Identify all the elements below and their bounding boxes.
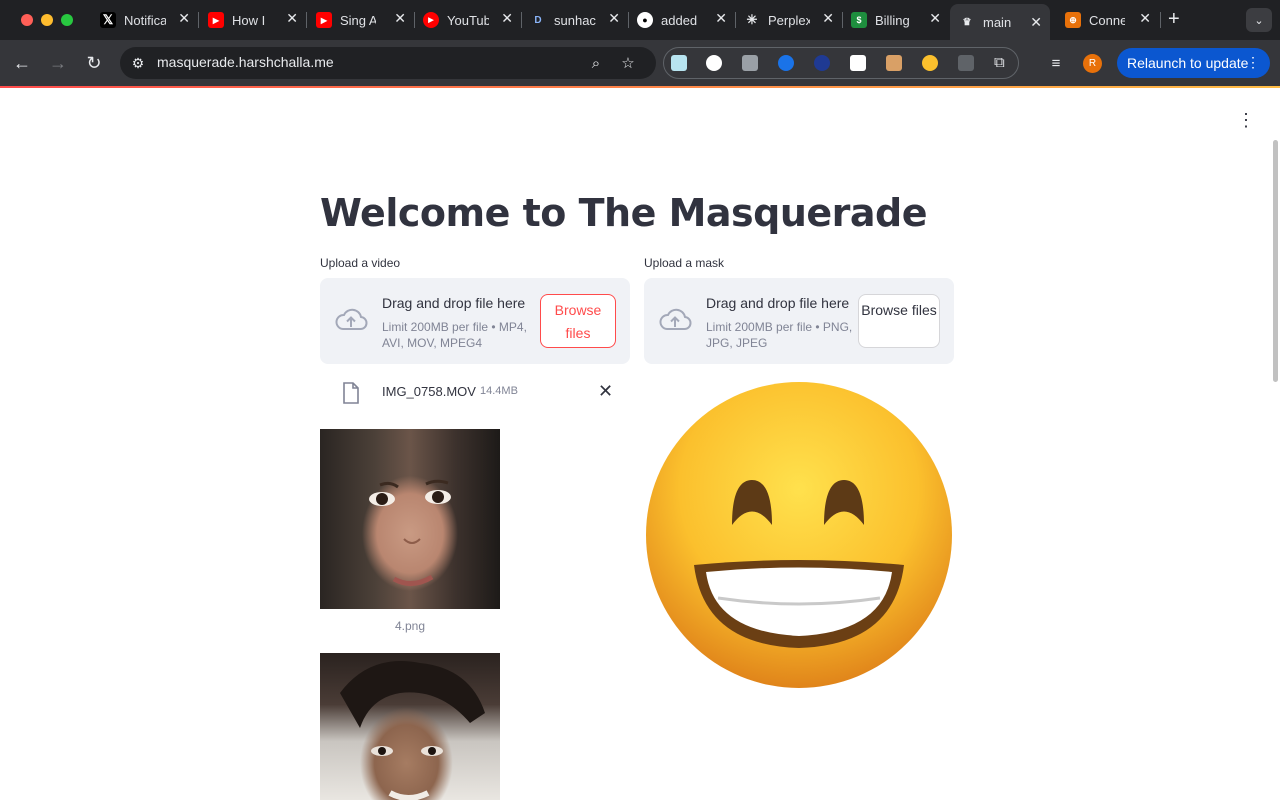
dropzone-title: Drag and drop file here bbox=[382, 295, 526, 311]
youtube-logo-icon: ▶ bbox=[208, 12, 224, 28]
extension-icon[interactable] bbox=[742, 55, 758, 71]
tab-youtube-music[interactable]: ▶ YouTube ✕ bbox=[423, 6, 521, 34]
devpost-logo-icon: D bbox=[534, 14, 542, 26]
bookmark-star-icon[interactable]: ☆ bbox=[618, 53, 638, 73]
tab-youtube-2[interactable]: ▶ Sing A ✕ bbox=[316, 6, 414, 34]
extension-icon[interactable] bbox=[850, 55, 866, 71]
video-uploader-label: Upload a video bbox=[320, 256, 401, 270]
x-logo-icon: 𝕏 bbox=[100, 12, 116, 28]
streamlit-logo-icon: ♛ bbox=[962, 16, 972, 28]
tab-x[interactable]: 𝕏 Notifications / X ✕ bbox=[100, 6, 198, 34]
face-image-1 bbox=[320, 429, 500, 609]
close-icon[interactable]: ✕ bbox=[501, 10, 513, 27]
close-icon[interactable]: ✕ bbox=[929, 10, 941, 27]
sunglasses-emoji-icon[interactable] bbox=[922, 55, 938, 71]
address-bar[interactable]: ⚙ masquerade.harshchalla.me ⌕ ☆ bbox=[120, 47, 656, 79]
billing-logo-icon: $ bbox=[851, 12, 867, 28]
browser-toolbar: ← → ↻ ⚙ masquerade.harshchalla.me ⌕ ☆ ⧉ … bbox=[0, 40, 1280, 86]
tab-devpost[interactable]: D sunhacks ✕ bbox=[530, 6, 628, 34]
github-logo-icon: ● bbox=[637, 12, 653, 28]
uploaded-file-item: IMG_0758.MOV 14.4MB ✕ bbox=[320, 378, 630, 406]
close-icon[interactable]: ✕ bbox=[286, 10, 298, 27]
dropzone-title: Drag and drop file here bbox=[706, 295, 850, 311]
browse-files-button[interactable]: Browse files bbox=[540, 294, 616, 348]
app-main: ⋮ Welcome to The Masquerade Upload a vid… bbox=[0, 88, 1280, 800]
cloud-upload-icon bbox=[335, 308, 368, 330]
cloud-upload-icon bbox=[659, 308, 692, 330]
close-icon[interactable]: ✕ bbox=[822, 10, 834, 27]
main-menu-icon[interactable]: ⋮ bbox=[1236, 110, 1256, 130]
extension-icon[interactable] bbox=[671, 55, 687, 71]
close-icon[interactable]: ✕ bbox=[715, 10, 727, 27]
scrollbar[interactable] bbox=[1273, 140, 1278, 382]
mask-dropzone[interactable]: Drag and drop file here Limit 200MB per … bbox=[644, 278, 954, 364]
tab-github[interactable]: ● added ✕ bbox=[637, 6, 735, 34]
url-text[interactable]: masquerade.harshchalla.me bbox=[157, 54, 334, 70]
dropzone-limit: Limit 200MB per file • PNG, JPG, JPEG bbox=[706, 320, 853, 350]
mask-uploader-label: Upload a mask bbox=[644, 256, 725, 270]
image-caption: 4.png bbox=[394, 619, 426, 633]
extensions-group: ⧉ bbox=[663, 47, 1019, 79]
face-image-2 bbox=[320, 653, 500, 800]
file-name: IMG_0758.MOV bbox=[382, 384, 476, 399]
file-icon bbox=[343, 382, 359, 404]
youtube-logo-icon: ▶ bbox=[316, 12, 332, 28]
new-tab-button[interactable]: + bbox=[1168, 8, 1180, 30]
close-window-button[interactable] bbox=[21, 14, 33, 26]
close-icon[interactable]: ✕ bbox=[394, 10, 406, 27]
close-icon[interactable]: ✕ bbox=[1139, 10, 1151, 27]
tab-perplexity[interactable]: ✳ Perplexity ✕ bbox=[744, 6, 842, 34]
more-vertical-icon: ⋮ bbox=[1246, 54, 1260, 70]
avatar[interactable]: R bbox=[1083, 54, 1102, 73]
page-title: Welcome to The Masquerade bbox=[320, 191, 928, 235]
file-size: 14.4MB bbox=[480, 385, 518, 397]
tab-billing[interactable]: $ Billing ✕ bbox=[851, 6, 949, 34]
video-dropzone[interactable]: Drag and drop file here Limit 200MB per … bbox=[320, 278, 630, 364]
close-icon[interactable]: ✕ bbox=[178, 10, 190, 27]
minimize-window-button[interactable] bbox=[41, 14, 53, 26]
forward-button[interactable]: → bbox=[46, 51, 70, 75]
zoom-icon[interactable]: ⌕ bbox=[586, 53, 606, 73]
dropzone-limit: Limit 200MB per file • MP4, AVI, MOV, MP… bbox=[382, 320, 527, 350]
browse-files-button[interactable]: Browse files bbox=[858, 294, 940, 348]
tab-connect[interactable]: ⊕ Connect ✕ bbox=[1065, 6, 1159, 34]
reload-button[interactable]: ↻ bbox=[82, 51, 106, 75]
tab-search-button[interactable]: ⌄ bbox=[1246, 8, 1272, 32]
perplexity-logo-icon: ✳ bbox=[746, 12, 758, 27]
maximize-window-button[interactable] bbox=[61, 14, 73, 26]
extension-icon[interactable] bbox=[886, 55, 902, 71]
grinning-face-emoji-icon bbox=[646, 382, 952, 688]
media-control-icon[interactable]: ≡ bbox=[1044, 51, 1068, 75]
password-manager-icon[interactable] bbox=[778, 55, 794, 71]
close-icon[interactable]: ✕ bbox=[608, 10, 620, 27]
extension-icon[interactable] bbox=[814, 55, 830, 71]
connect-logo-icon: ⊕ bbox=[1065, 12, 1081, 28]
site-settings-icon[interactable]: ⚙ bbox=[128, 53, 148, 73]
youtube-music-logo-icon: ▶ bbox=[423, 12, 439, 28]
relaunch-button[interactable]: Relaunch to update ⋮ bbox=[1117, 48, 1270, 78]
extension-rocket-icon[interactable] bbox=[706, 55, 722, 71]
tab-bar: 𝕏 Notifications / X ✕ ▶ How I ✕ ▶ Sing A… bbox=[0, 0, 1280, 40]
back-button[interactable]: ← bbox=[10, 51, 34, 75]
close-icon[interactable]: ✕ bbox=[1030, 14, 1042, 31]
tab-youtube-1[interactable]: ▶ How I ✕ bbox=[208, 6, 306, 34]
extension-icon[interactable] bbox=[958, 55, 974, 71]
remove-file-icon[interactable]: ✕ bbox=[598, 381, 613, 402]
puzzle-extensions-icon[interactable]: ⧉ bbox=[994, 55, 1010, 71]
tab-main-active[interactable]: ♛ main ✕ bbox=[950, 4, 1050, 40]
